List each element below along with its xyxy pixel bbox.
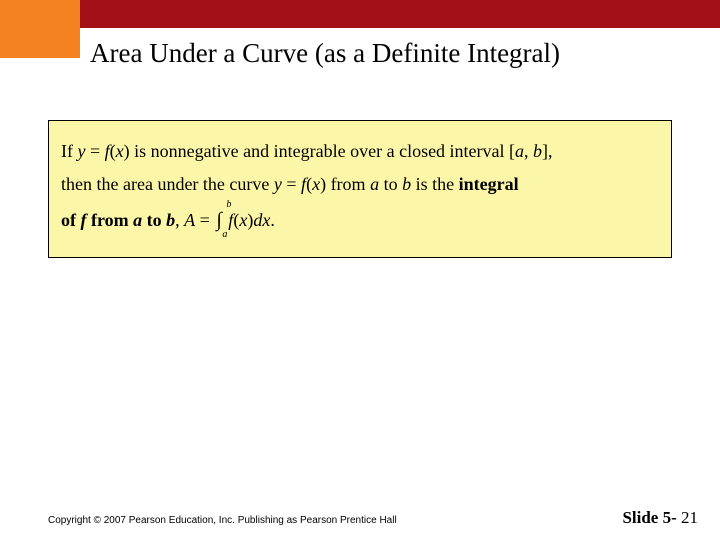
header-bar	[0, 0, 720, 28]
integral-symbol: ∫ab	[216, 202, 221, 239]
definition-box: If y = f(x) is nonnegative and integrabl…	[48, 120, 672, 258]
accent-box	[0, 0, 80, 58]
definition-line-1: If y = f(x) is nonnegative and integrabl…	[61, 135, 659, 168]
slide-title: Area Under a Curve (as a Definite Integr…	[90, 38, 560, 69]
copyright-footer: Copyright © 2007 Pearson Education, Inc.…	[48, 515, 397, 526]
definition-line-2: then the area under the curve y = f(x) f…	[61, 168, 659, 201]
definition-line-3: of f from a to b, A = ∫ab f(x)dx.	[61, 202, 659, 239]
slide-number: Slide 5- 21	[622, 508, 698, 528]
